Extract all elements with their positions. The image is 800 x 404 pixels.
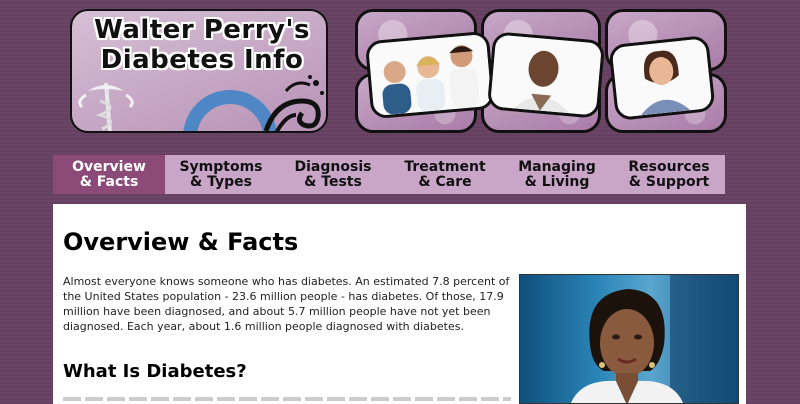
site-logo[interactable]: Walter Perry's Diabetes Info (70, 9, 328, 133)
nav-label-line1: Managing (518, 158, 596, 175)
video-thumbnail[interactable] (519, 274, 739, 404)
logo-line-1: Walter Perry's (94, 15, 310, 45)
nav-diagnosis-tests[interactable]: Diagnosis & Tests (277, 155, 389, 194)
nav-label-line2: & Living (524, 173, 590, 190)
nav-treatment-care[interactable]: Treatment & Care (389, 155, 501, 194)
people-icon (368, 33, 492, 117)
nav-resources-support[interactable]: Resources & Support (613, 155, 725, 194)
page-title: Overview & Facts (63, 228, 299, 256)
nav-label-line1: Diagnosis (294, 158, 372, 175)
nav-overview-facts[interactable]: Overview & Facts (53, 155, 165, 194)
nav-symptoms-types[interactable]: Symptoms & Types (165, 155, 277, 194)
truncated-text-line (63, 397, 511, 401)
nav-label-line1: Resources (628, 158, 710, 175)
nav-label-line2: & Facts (79, 173, 139, 190)
photo-man (486, 31, 606, 119)
nav-label-line1: Treatment (404, 158, 486, 175)
nav-label-line1: Symptoms (179, 158, 263, 175)
intro-paragraph: Almost everyone knows someone who has di… (63, 275, 510, 333)
main-content: Overview & Facts Almost everyone knows s… (53, 204, 746, 404)
section-heading: What Is Diabetes? (63, 361, 247, 382)
nav-label-line2: & Care (418, 173, 472, 190)
photo-medical-team (364, 30, 496, 120)
nav-label-line2: & Tests (304, 173, 362, 190)
caduceus-icon (78, 82, 134, 131)
main-nav: Overview & Facts Symptoms & Types Diagno… (53, 155, 725, 194)
photo-woman (608, 34, 716, 122)
person-icon (611, 38, 713, 118)
nav-label-line2: & Support (628, 173, 710, 190)
nav-managing-living[interactable]: Managing & Living (501, 155, 613, 194)
nav-label-line1: Overview (72, 158, 146, 175)
person-icon (490, 34, 602, 116)
presenter-image (570, 275, 738, 403)
nav-label-line2: & Types (190, 173, 252, 190)
logo-title: Walter Perry's Diabetes Info (82, 15, 322, 75)
swirl-icon (263, 75, 324, 131)
